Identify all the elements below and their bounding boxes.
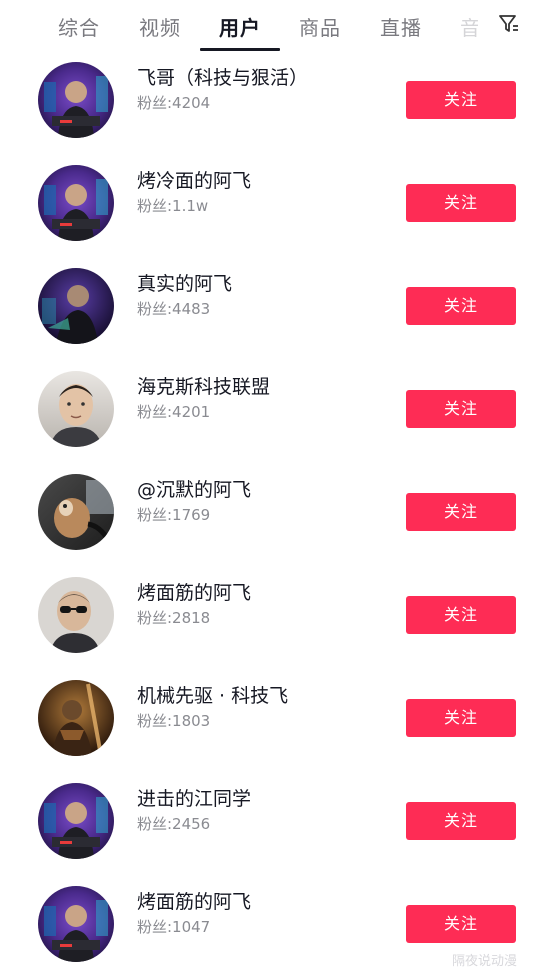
avatar[interactable]: [38, 474, 114, 550]
user-row[interactable]: @沉默的阿飞 粉丝:1769 关注: [0, 464, 535, 567]
user-row[interactable]: 机械先驱 · 科技飞 粉丝:1803 关注: [0, 670, 535, 773]
follower-count: 粉丝:4204: [137, 94, 211, 112]
follow-button[interactable]: 关注: [406, 390, 516, 428]
follower-count: 粉丝:4201: [137, 403, 211, 421]
user-row[interactable]: 烤面筋的阿飞 粉丝:2818 关注: [0, 567, 535, 670]
follow-button[interactable]: 关注: [406, 184, 516, 222]
user-name[interactable]: 机械先驱 · 科技飞: [137, 681, 288, 708]
follow-button[interactable]: 关注: [406, 287, 516, 325]
avatar[interactable]: [38, 577, 114, 653]
avatar[interactable]: [38, 680, 114, 756]
search-tab-bar: 综合 视频 用户 商品 直播 音: [0, 0, 535, 52]
avatar[interactable]: [38, 165, 114, 241]
avatar[interactable]: [38, 886, 114, 962]
tab-comprehensive[interactable]: 综合: [58, 12, 100, 41]
follower-count: 粉丝:2818: [137, 609, 211, 627]
watermark: 隔夜说动漫: [452, 954, 518, 969]
avatar[interactable]: [38, 268, 114, 344]
user-row[interactable]: 烤冷面的阿飞 粉丝:1.1w 关注: [0, 155, 535, 258]
follow-button[interactable]: 关注: [406, 905, 516, 943]
filter-icon[interactable]: [498, 13, 520, 35]
user-row[interactable]: 真实的阿飞 粉丝:4483 关注: [0, 258, 535, 361]
user-name[interactable]: 烤冷面的阿飞: [137, 166, 251, 193]
user-name[interactable]: 烤面筋的阿飞: [137, 887, 251, 914]
avatar[interactable]: [38, 371, 114, 447]
follower-count: 粉丝:2456: [137, 815, 211, 833]
avatar[interactable]: [38, 62, 114, 138]
follow-button[interactable]: 关注: [406, 596, 516, 634]
user-name[interactable]: @沉默的阿飞: [137, 475, 251, 502]
tab-videos[interactable]: 视频: [139, 12, 181, 41]
tab-users[interactable]: 用户: [219, 12, 261, 41]
follower-count: 粉丝:1.1w: [137, 197, 209, 215]
user-row[interactable]: 海克斯科技联盟 粉丝:4201 关注: [0, 361, 535, 464]
user-name[interactable]: 烤面筋的阿飞: [137, 578, 251, 605]
follower-count: 粉丝:1769: [137, 506, 211, 524]
follow-button[interactable]: 关注: [406, 802, 516, 840]
user-name[interactable]: 海克斯科技联盟: [137, 372, 270, 399]
follower-count: 粉丝:1047: [137, 918, 211, 936]
tab-products[interactable]: 商品: [299, 12, 341, 41]
follower-count: 粉丝:1803: [137, 712, 211, 730]
avatar[interactable]: [38, 783, 114, 859]
user-row[interactable]: 飞哥（科技与狠活） 粉丝:4204 关注: [0, 52, 535, 155]
user-name[interactable]: 飞哥（科技与狠活）: [137, 63, 308, 90]
follower-count: 粉丝:4483: [137, 300, 211, 318]
user-name[interactable]: 真实的阿飞: [137, 269, 232, 296]
follow-button[interactable]: 关注: [406, 699, 516, 737]
tab-music[interactable]: 音: [460, 12, 478, 41]
follow-button[interactable]: 关注: [406, 493, 516, 531]
active-tab-indicator: [200, 48, 280, 51]
tab-live[interactable]: 直播: [380, 12, 422, 41]
user-name[interactable]: 进击的江同学: [137, 784, 251, 811]
follow-button[interactable]: 关注: [406, 81, 516, 119]
user-row[interactable]: 进击的江同学 粉丝:2456 关注: [0, 773, 535, 876]
